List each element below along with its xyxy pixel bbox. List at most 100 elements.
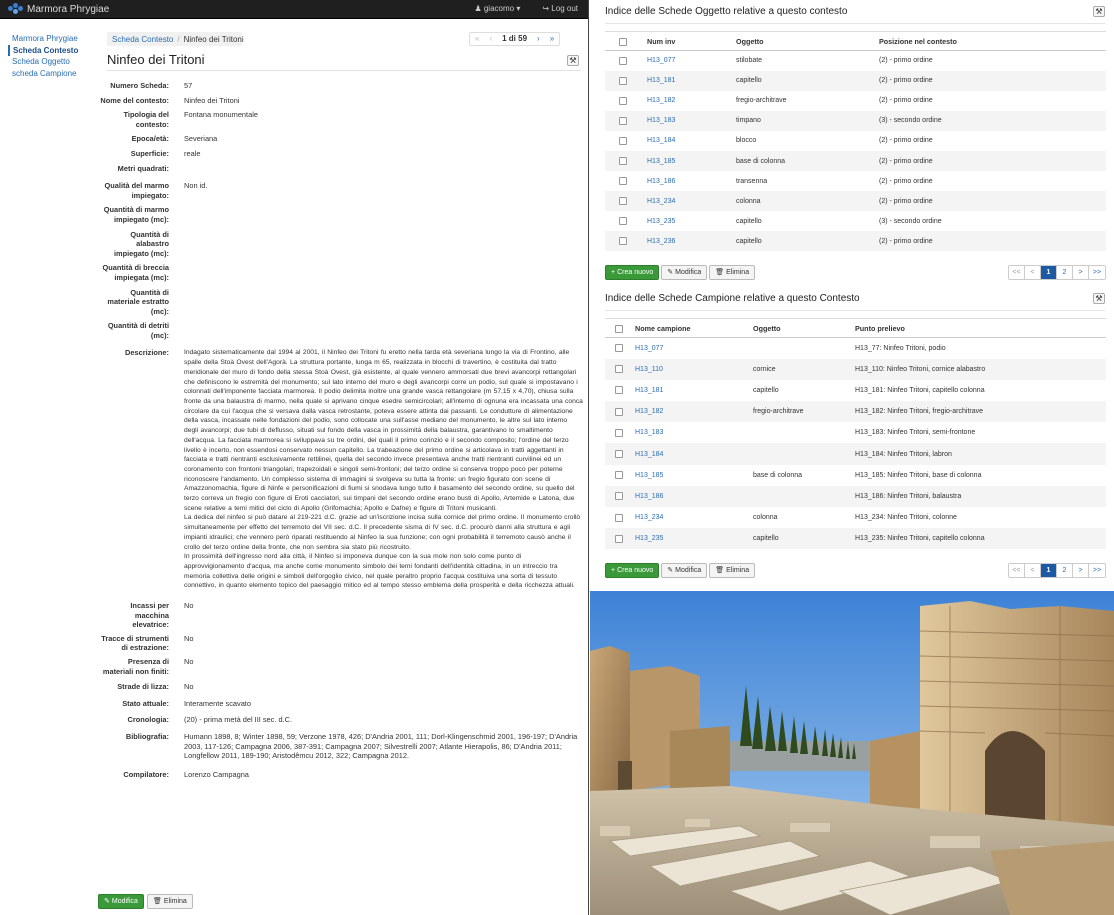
- table-row[interactable]: H13_186 H13_186: Ninfeo Tritoni, balaustr…: [605, 485, 1106, 507]
- row-checkbox[interactable]: [605, 231, 647, 252]
- record-link[interactable]: H13_182: [635, 408, 663, 415]
- row-checkbox[interactable]: [605, 443, 635, 465]
- user-menu[interactable]: ♟ giacomo ▾: [474, 4, 520, 13]
- table-row[interactable]: H13_236 capitello (2) - primo ordine: [605, 231, 1106, 252]
- page-prev-button[interactable]: <: [1025, 564, 1041, 577]
- column-header[interactable]: Nome campione: [635, 318, 753, 338]
- logout-link[interactable]: ↪ Log out: [542, 4, 578, 13]
- page-next-button[interactable]: >: [1073, 564, 1089, 577]
- table-row[interactable]: H13_181 capitello (2) - primo ordine: [605, 70, 1106, 91]
- row-checkbox[interactable]: [605, 485, 635, 507]
- column-header[interactable]: Posizione nel contesto: [879, 31, 1106, 51]
- record-link[interactable]: H13_184: [635, 451, 663, 458]
- row-checkbox[interactable]: [605, 211, 647, 231]
- table-row[interactable]: H13_181 capitello H13_181: Ninfeo Tritoni,…: [605, 380, 1106, 401]
- row-checkbox[interactable]: [605, 401, 635, 423]
- table-row[interactable]: H13_186 transenna (2) - primo ordine: [605, 171, 1106, 191]
- record-link[interactable]: H13_235: [647, 218, 675, 225]
- row-checkbox[interactable]: [605, 422, 635, 443]
- table-row[interactable]: H13_077 H13_77: Ninfeo Tritoni, podio: [605, 338, 1106, 359]
- create-new-button[interactable]: + Crea nuovo: [605, 265, 660, 280]
- row-checkbox[interactable]: [605, 191, 647, 212]
- pager-next-button[interactable]: ›: [532, 33, 545, 45]
- record-link[interactable]: H13_186: [647, 178, 675, 185]
- page-first-button[interactable]: <<: [1009, 564, 1025, 577]
- record-link[interactable]: H13_183: [635, 429, 663, 436]
- record-link[interactable]: H13_185: [647, 158, 675, 165]
- wrench-icon[interactable]: ⚒: [1093, 6, 1105, 17]
- record-link[interactable]: H13_181: [635, 387, 663, 394]
- row-checkbox[interactable]: [605, 465, 635, 486]
- select-all-checkbox[interactable]: [605, 318, 635, 338]
- breadcrumb-link[interactable]: Scheda Contesto: [112, 35, 173, 44]
- row-checkbox[interactable]: [605, 358, 635, 380]
- page-last-button[interactable]: >>: [1089, 266, 1105, 279]
- record-link[interactable]: H13_077: [635, 345, 663, 352]
- record-link[interactable]: H13_235: [635, 535, 663, 542]
- wrench-icon[interactable]: ⚒: [1093, 293, 1105, 304]
- table-row[interactable]: H13_182 fregio-architrave (2) - primo ordi…: [605, 91, 1106, 111]
- select-all-checkbox[interactable]: [605, 31, 647, 51]
- record-link[interactable]: H13_077: [647, 57, 675, 64]
- row-checkbox[interactable]: [605, 110, 647, 131]
- wrench-icon[interactable]: ⚒: [567, 55, 579, 66]
- sidebar-item-scheda-contesto[interactable]: Scheda Contesto: [8, 44, 88, 56]
- row-checkbox[interactable]: [605, 91, 647, 111]
- table-row[interactable]: H13_183 H13_183: Ninfeo Tritoni, semi-fro…: [605, 422, 1106, 443]
- sidebar-item-marmora[interactable]: Marmora Phrygiae: [8, 33, 88, 45]
- row-checkbox[interactable]: [605, 507, 635, 528]
- record-link[interactable]: H13_182: [647, 97, 675, 104]
- brand[interactable]: Marmora Phrygiae: [8, 3, 109, 15]
- row-checkbox[interactable]: [605, 131, 647, 151]
- record-link[interactable]: H13_186: [635, 493, 663, 500]
- column-header[interactable]: Oggetto: [753, 318, 855, 338]
- record-link[interactable]: H13_183: [647, 117, 675, 124]
- column-header[interactable]: Num inv: [647, 31, 736, 51]
- delete-button[interactable]: 🗑 Elimina: [146, 894, 193, 909]
- record-link[interactable]: H13_234: [635, 514, 663, 521]
- table-row[interactable]: H13_235 capitello (3) - secondo ordine: [605, 211, 1106, 231]
- record-link[interactable]: H13_185: [635, 472, 663, 479]
- table-row[interactable]: H13_184 H13_184: Ninfeo Tritoni, labron: [605, 443, 1106, 465]
- table-row[interactable]: H13_182 fregio-architrave H13_182: Ninfeo …: [605, 401, 1106, 423]
- column-header[interactable]: Punto prelievo: [855, 318, 1106, 338]
- row-checkbox[interactable]: [605, 150, 647, 172]
- page-1-button[interactable]: 1: [1041, 564, 1057, 577]
- edit-button[interactable]: ✎ Modifica: [98, 894, 144, 909]
- column-header[interactable]: Oggetto: [736, 31, 879, 51]
- table-row[interactable]: H13_184 blocco (2) - primo ordine: [605, 131, 1106, 151]
- record-link[interactable]: H13_184: [647, 137, 675, 144]
- table-row[interactable]: H13_185 base di colonna H13_185: Ninfeo Tr…: [605, 465, 1106, 486]
- pager-last-button[interactable]: »: [545, 33, 559, 45]
- delete-button[interactable]: 🗑 Elimina: [709, 563, 756, 578]
- page-2-button[interactable]: 2: [1057, 564, 1073, 577]
- row-checkbox[interactable]: [605, 380, 635, 401]
- delete-button[interactable]: 🗑 Elimina: [709, 265, 756, 280]
- table-row[interactable]: H13_183 timpano (3) - secondo ordine: [605, 110, 1106, 131]
- table-row[interactable]: H13_234 colonna H13_234: Ninfeo Tritoni, c…: [605, 507, 1106, 528]
- row-checkbox[interactable]: [605, 70, 647, 91]
- row-checkbox[interactable]: [605, 528, 635, 550]
- pager-first-button[interactable]: «: [470, 33, 484, 45]
- edit-button[interactable]: ✎ Modifica: [661, 265, 708, 280]
- sidebar-item-scheda-campione[interactable]: scheda Campione: [8, 68, 88, 80]
- row-checkbox[interactable]: [605, 171, 647, 191]
- row-checkbox[interactable]: [605, 338, 635, 359]
- record-link[interactable]: H13_236: [647, 238, 675, 245]
- record-link[interactable]: H13_181: [647, 77, 675, 84]
- page-first-button[interactable]: <<: [1009, 266, 1025, 279]
- record-link[interactable]: H13_234: [647, 198, 675, 205]
- pager-prev-button[interactable]: ‹: [484, 33, 497, 45]
- page-last-button[interactable]: >>: [1089, 564, 1105, 577]
- page-prev-button[interactable]: <: [1025, 266, 1041, 279]
- create-new-button[interactable]: + Crea nuovo: [605, 563, 660, 578]
- page-2-button[interactable]: 2: [1057, 266, 1073, 279]
- table-row[interactable]: H13_110 cornice H13_110: Ninfeo Tritoni, c…: [605, 358, 1106, 380]
- row-checkbox[interactable]: [605, 51, 647, 71]
- table-row[interactable]: H13_077 stilobate (2) - primo ordine: [605, 51, 1106, 71]
- sidebar-item-scheda-oggetto[interactable]: Scheda Oggetto: [8, 56, 88, 68]
- table-row[interactable]: H13_234 colonna (2) - primo ordine: [605, 191, 1106, 212]
- record-link[interactable]: H13_110: [635, 366, 663, 373]
- page-1-button[interactable]: 1: [1041, 266, 1057, 279]
- table-row[interactable]: H13_185 base di colonna (2) - primo ordine: [605, 150, 1106, 172]
